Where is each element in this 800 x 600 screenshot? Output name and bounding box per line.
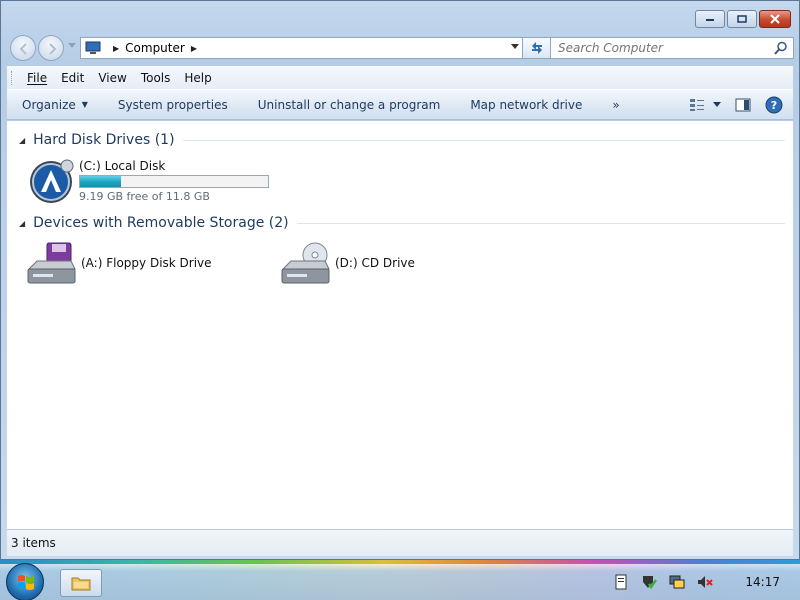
disk-usage-fill [80,176,122,187]
group-hard-disk-drives[interactable]: ◢ Hard Disk Drives (1) [7,129,785,151]
drive-item-d[interactable]: (D:) CD Drive [279,241,415,287]
command-bar: Organize ▼ System properties Uninstall o… [7,89,793,120]
system-properties-button[interactable]: System properties [103,98,243,112]
system-properties-label: System properties [117,97,228,112]
group-collapse-icon[interactable]: ◢ [19,219,25,228]
minimize-icon [706,19,714,21]
group-divider [182,139,785,141]
caption-buttons [695,10,791,28]
forward-button[interactable] [38,35,64,61]
breadcrumb-label: Computer [125,41,185,55]
organize-chevron-icon: ▼ [81,100,88,109]
explorer-window: ▶ Computer ▶ File Edit View Tools Help O… [0,0,800,560]
breadcrumb-item-computer[interactable]: Computer [125,41,185,55]
organize-label: Organize [22,97,76,112]
action-center-icon[interactable] [641,574,658,590]
change-view-button[interactable] [689,98,721,112]
drive-name: (C:) Local Disk [79,159,166,173]
menu-edit[interactable]: Edit [54,71,91,85]
search-icon[interactable] [774,41,788,55]
menu-file[interactable]: File [20,71,54,85]
computer-icon [85,41,101,54]
drive-free-space: 9.19 GB free of 11.8 GB [79,190,210,203]
refresh-icon [532,42,542,54]
menu-bar: File Edit View Tools Help [7,65,793,89]
document-tray-icon[interactable] [613,574,629,590]
uninstall-program-button[interactable]: Uninstall or change a program [243,98,456,112]
group-divider [296,222,785,224]
navigation-row: ▶ Computer ▶ [10,35,794,61]
view-controls: ? [689,96,783,114]
more-commands-button[interactable]: » [597,98,634,112]
menu-grip [11,70,14,85]
help-icon[interactable]: ? [765,96,783,114]
drive-name: (D:) CD Drive [335,256,415,270]
menu-tools[interactable]: Tools [134,71,178,85]
minimize-button[interactable] [695,10,725,28]
breadcrumb-arrow-icon[interactable]: ▶ [191,44,197,53]
organize-button[interactable]: Organize ▼ [7,98,103,112]
search-input[interactable] [558,41,763,55]
file-list-pane[interactable]: ◢ Hard Disk Drives (1) (C:) Local Disk 9… [7,121,793,529]
floppy-drive-icon [27,242,76,284]
status-bar: 3 items [7,529,793,556]
map-drive-label: Map network drive [470,97,583,112]
start-button[interactable] [6,563,44,600]
taskbar: 14:17 [0,560,800,600]
view-dropdown-icon [713,102,721,107]
breadcrumb-arrow-icon: ▶ [113,43,120,53]
close-icon [770,14,780,24]
drive-details: (C:) Local Disk 9.19 GB free of 11.8 GB [79,159,269,203]
more-label: » [612,97,620,112]
menu-view[interactable]: View [91,71,133,85]
back-button[interactable] [10,35,36,61]
cd-drive-icon [281,242,330,284]
drive-name: (A:) Floppy Disk Drive [81,256,212,270]
menu-help[interactable]: Help [177,71,218,85]
recent-pages-chevron-icon[interactable] [68,43,76,49]
group-title: Hard Disk Drives (1) [33,132,175,148]
maximize-button[interactable] [727,10,757,28]
preview-pane-icon[interactable] [735,98,751,112]
uninstall-label: Uninstall or change a program [257,97,441,112]
group-removable-storage[interactable]: ◢ Devices with Removable Storage (2) [7,212,785,234]
explorer-folder-icon [71,577,91,591]
view-details-icon [690,99,704,111]
hard-disk-icon [30,159,74,203]
windows-start-icon [18,575,34,590]
drive-item-c[interactable]: (C:) Local Disk 9.19 GB free of 11.8 GB [27,157,269,205]
address-dropdown-icon[interactable] [511,44,519,50]
clock[interactable]: 14:17 [745,575,780,589]
disk-usage-bar [79,175,269,188]
refresh-button[interactable] [522,37,552,59]
restore-icon [737,15,747,23]
forward-arrow-icon [49,43,57,55]
address-bar[interactable]: ▶ Computer ▶ [80,37,526,59]
search-box[interactable] [550,37,794,59]
group-collapse-icon[interactable]: ◢ [19,136,25,145]
taskbar-explorer-button[interactable] [60,569,102,597]
drive-item-a[interactable]: (A:) Floppy Disk Drive [25,241,212,287]
map-network-drive-button[interactable]: Map network drive [455,98,597,112]
close-button[interactable] [759,10,791,28]
network-tray-icon[interactable] [669,574,685,590]
group-title: Devices with Removable Storage (2) [33,215,289,231]
item-count: 3 items [11,536,56,550]
system-tray: 14:17 [607,564,800,600]
back-arrow-icon [19,43,27,55]
svg-text:?: ? [771,99,777,112]
volume-muted-icon[interactable] [697,574,714,590]
